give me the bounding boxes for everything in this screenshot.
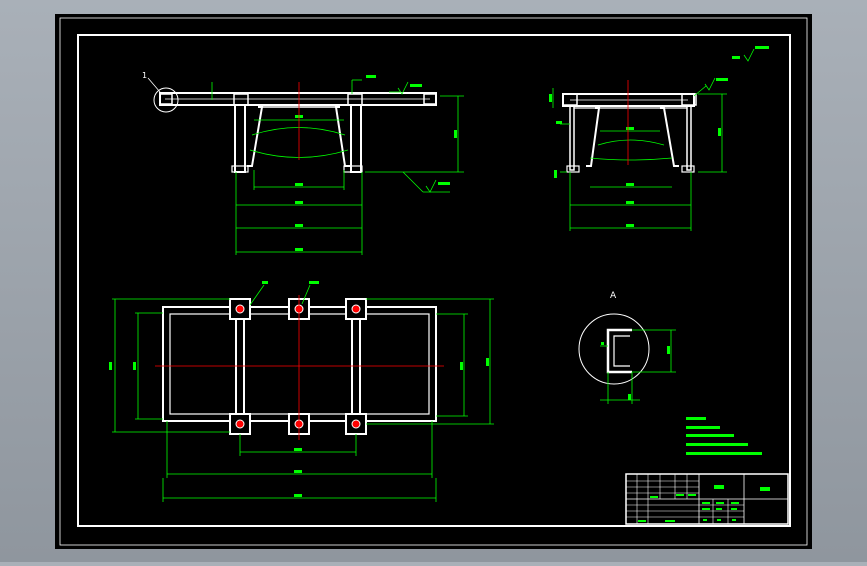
side-text-7 xyxy=(556,121,562,124)
bolt-hole-icon xyxy=(235,419,245,429)
title-block-cell-1 xyxy=(650,496,658,498)
plan-text-3 xyxy=(486,358,489,366)
plan-text-4 xyxy=(460,362,463,370)
title-block-cell-2 xyxy=(676,494,684,496)
plate-bottom-right xyxy=(345,413,367,435)
dim-text-2 xyxy=(295,183,303,186)
title-block-cell-9 xyxy=(731,508,737,510)
note-line-1 xyxy=(686,426,720,429)
side-text-4 xyxy=(626,224,634,227)
title-block-cell-12 xyxy=(732,519,736,521)
roughness-text-5 xyxy=(732,56,740,59)
plate-top-left xyxy=(229,298,251,320)
roughness-text-1 xyxy=(410,84,422,87)
bolt-hole-icon xyxy=(235,304,245,314)
plan-text-8 xyxy=(262,281,268,284)
plate-bottom-left xyxy=(229,413,251,435)
title-block-cell-14 xyxy=(665,520,675,522)
dim-text-5 xyxy=(295,248,303,251)
title-block-cell-4 xyxy=(702,502,710,504)
side-text-8 xyxy=(554,170,557,178)
plate-top-right xyxy=(345,298,367,320)
drawing-sheet: 1 A xyxy=(55,14,812,549)
roughness-text-3 xyxy=(716,78,728,81)
plan-text-9 xyxy=(309,281,319,284)
plan-text-5 xyxy=(294,448,302,451)
side-text-3 xyxy=(626,201,634,204)
plan-text-2 xyxy=(133,362,136,370)
dim-text-3 xyxy=(295,201,303,204)
detail-text-2 xyxy=(628,394,631,400)
title-block-cell-11 xyxy=(717,519,721,521)
title-block-cell-5 xyxy=(716,502,724,504)
detail-text-3 xyxy=(601,342,604,345)
plan-text-1 xyxy=(109,362,112,370)
title-block-company xyxy=(760,487,770,491)
title-block-cell-8 xyxy=(716,508,722,510)
title-block-drawing-name xyxy=(714,485,724,489)
note-line-2 xyxy=(686,434,734,437)
roughness-text-2 xyxy=(438,182,450,185)
side-text-2 xyxy=(626,183,634,186)
bolt-hole-icon xyxy=(351,419,361,429)
note-line-3 xyxy=(686,443,748,446)
title-block-cell-7 xyxy=(702,508,710,510)
bolt-hole-icon xyxy=(351,304,361,314)
side-text-6 xyxy=(549,94,552,102)
detail-view-letter: A xyxy=(610,291,617,301)
side-text-1 xyxy=(626,127,634,130)
title-block-cell-13 xyxy=(638,520,646,522)
dim-text-4 xyxy=(295,224,303,227)
roughness-text-4 xyxy=(755,46,769,49)
plan-text-7 xyxy=(294,494,302,497)
title-block-cell-3 xyxy=(688,494,696,496)
notes-heading xyxy=(686,417,706,420)
side-text-5 xyxy=(718,128,721,136)
detail-text-1 xyxy=(667,346,670,354)
dim-text-7 xyxy=(366,75,376,78)
title-block-cell-10 xyxy=(703,519,707,521)
dim-text-6 xyxy=(454,130,457,138)
title-block-cell-6 xyxy=(731,502,739,504)
detail-callout-number: 1 xyxy=(142,71,147,80)
note-line-4 xyxy=(686,452,762,455)
plan-text-6 xyxy=(294,470,302,473)
cad-drawing-viewport: 1 A xyxy=(0,0,867,562)
